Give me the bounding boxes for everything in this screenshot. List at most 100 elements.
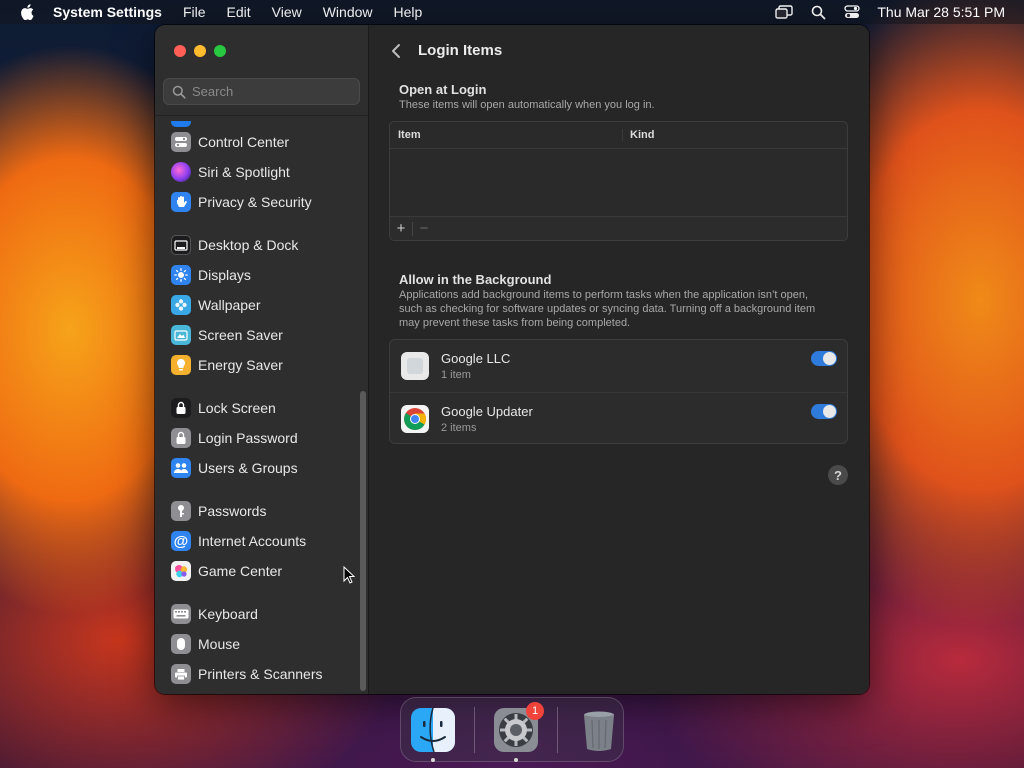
list-item-text: Google LLC 1 item: [441, 351, 510, 381]
dock-finder[interactable]: [410, 707, 456, 762]
list-item-count: 2 items: [441, 421, 477, 434]
help-button[interactable]: ?: [828, 465, 848, 485]
menu-app-name[interactable]: System Settings: [53, 4, 162, 20]
sidebar-item-label: Keyboard: [198, 606, 258, 622]
dock: 1: [400, 697, 624, 762]
sidebar-item-label: Screen Saver: [198, 327, 283, 343]
sidebar-item-partial: [155, 121, 355, 127]
trash-icon: [584, 711, 614, 751]
page-title: Login Items: [418, 42, 503, 59]
sidebar-item-screen-saver[interactable]: Screen Saver: [155, 320, 355, 350]
toggle-switch[interactable]: [811, 351, 837, 366]
menu-window[interactable]: Window: [323, 4, 373, 20]
sidebar-item-login-password[interactable]: Login Password: [155, 423, 355, 453]
login-items-table: Item Kind + −: [389, 121, 848, 241]
open-at-login-title: Open at Login: [399, 82, 487, 97]
sidebar-item-energy-saver[interactable]: Energy Saver: [155, 350, 355, 380]
sidebar-item-displays[interactable]: Displays: [155, 260, 355, 290]
sidebar-group-3: Lock Screen Login Password Users & Group…: [155, 393, 355, 483]
sidebar-scrollbar[interactable]: [360, 391, 366, 691]
back-chevron-icon[interactable]: [389, 42, 403, 60]
menu-file[interactable]: File: [183, 4, 206, 20]
printer-icon: [171, 664, 191, 684]
add-item-button[interactable]: +: [390, 218, 412, 240]
sidebar-item-users-groups[interactable]: Users & Groups: [155, 453, 355, 483]
sidebar-item-privacy-security[interactable]: Privacy & Security: [155, 187, 355, 217]
dock-trash[interactable]: [576, 707, 622, 753]
key-icon: [171, 501, 191, 521]
lock-icon: [171, 398, 191, 418]
screen-mirroring-icon[interactable]: [775, 4, 794, 20]
minimize-button[interactable]: [194, 45, 206, 57]
sidebar-item-control-center[interactable]: Control Center: [155, 127, 355, 157]
notification-badge: 1: [526, 701, 544, 720]
keyboard-icon: [171, 604, 191, 624]
sidebar-item-siri-spotlight[interactable]: Siri & Spotlight: [155, 157, 355, 187]
sidebar-item-label: Users & Groups: [198, 460, 298, 476]
list-item-name: Google LLC: [441, 351, 511, 366]
sidebar-group-1: Control Center Siri & Spotlight Privacy …: [155, 127, 355, 217]
remove-item-button[interactable]: −: [413, 218, 435, 240]
table-header: Item Kind: [390, 122, 847, 149]
column-header-item[interactable]: Item: [390, 129, 622, 141]
sidebar-divider: [155, 115, 368, 116]
list-item-name: Google Updater: [441, 403, 533, 419]
search-field[interactable]: [163, 78, 360, 105]
search-icon: [172, 85, 186, 99]
system-settings-window: Control Center Siri & Spotlight Privacy …: [155, 25, 869, 694]
bulb-icon: [171, 355, 191, 375]
list-item[interactable]: Google Updater 2 items: [390, 392, 847, 443]
sidebar-item-mouse[interactable]: Mouse: [155, 629, 355, 659]
screen-saver-icon: [171, 325, 191, 345]
spotlight-search-icon[interactable]: [809, 4, 827, 20]
sidebar-group-4: Passwords @ Internet Accounts Game Cente…: [155, 496, 355, 586]
window-controls: [174, 45, 226, 57]
mouse-pointer-icon: [343, 566, 355, 584]
sidebar-item-internet-accounts[interactable]: @ Internet Accounts: [155, 526, 355, 556]
close-button[interactable]: [174, 45, 186, 57]
search-input[interactable]: [192, 84, 352, 99]
sidebar-group-5: Keyboard Mouse Printers & Scanners: [155, 599, 355, 689]
users-icon: [171, 458, 191, 478]
control-center-icon: [171, 132, 191, 152]
sidebar: Control Center Siri & Spotlight Privacy …: [155, 25, 369, 694]
sun-icon: [171, 265, 191, 285]
menu-edit[interactable]: Edit: [227, 4, 251, 20]
chrome-icon: [401, 404, 429, 433]
lock-icon: [171, 428, 191, 448]
sidebar-item-label: Lock Screen: [198, 400, 276, 416]
hand-icon: [171, 192, 191, 212]
control-center-icon[interactable]: [843, 4, 861, 20]
sidebar-item-game-center[interactable]: Game Center: [155, 556, 355, 586]
menu-clock[interactable]: Thu Mar 28 5:51 PM: [877, 4, 1005, 20]
list-item-text: Google Updater 2 items: [441, 404, 533, 434]
list-item-count: 1 item: [441, 369, 471, 381]
sidebar-item-label: Wallpaper: [198, 297, 261, 313]
menu-view[interactable]: View: [272, 4, 302, 20]
sidebar-item-label: Privacy & Security: [198, 194, 312, 210]
main-pane: Login Items Open at Login These items wi…: [369, 25, 869, 694]
menu-bar: System Settings File Edit View Window He…: [0, 0, 1024, 24]
allow-background-description: Applications add background items to per…: [399, 289, 816, 329]
sidebar-item-label: Energy Saver: [198, 357, 283, 373]
toggle-switch[interactable]: [811, 404, 837, 419]
column-header-kind[interactable]: Kind: [622, 129, 654, 141]
menu-help[interactable]: Help: [394, 4, 423, 20]
dock-separator: [474, 706, 475, 753]
apple-icon[interactable]: [20, 4, 34, 20]
sidebar-item-printers-scanners[interactable]: Printers & Scanners: [155, 659, 355, 689]
list-item[interactable]: Google LLC 1 item: [390, 340, 847, 392]
sidebar-item-label: Displays: [198, 267, 251, 283]
sidebar-item-desktop-dock[interactable]: Desktop & Dock: [155, 230, 355, 260]
sidebar-item-passwords[interactable]: Passwords: [155, 496, 355, 526]
sidebar-item-lock-screen[interactable]: Lock Screen: [155, 393, 355, 423]
sidebar-item-wallpaper[interactable]: Wallpaper: [155, 290, 355, 320]
dock-system-settings[interactable]: 1: [493, 701, 544, 762]
table-footer: + −: [390, 216, 847, 240]
sidebar-item-keyboard[interactable]: Keyboard: [155, 599, 355, 629]
siri-icon: [171, 162, 191, 182]
sidebar-item-label: Login Password: [198, 430, 298, 446]
at-icon: @: [171, 531, 191, 551]
sidebar-item-label: Siri & Spotlight: [198, 164, 290, 180]
zoom-button[interactable]: [214, 45, 226, 57]
